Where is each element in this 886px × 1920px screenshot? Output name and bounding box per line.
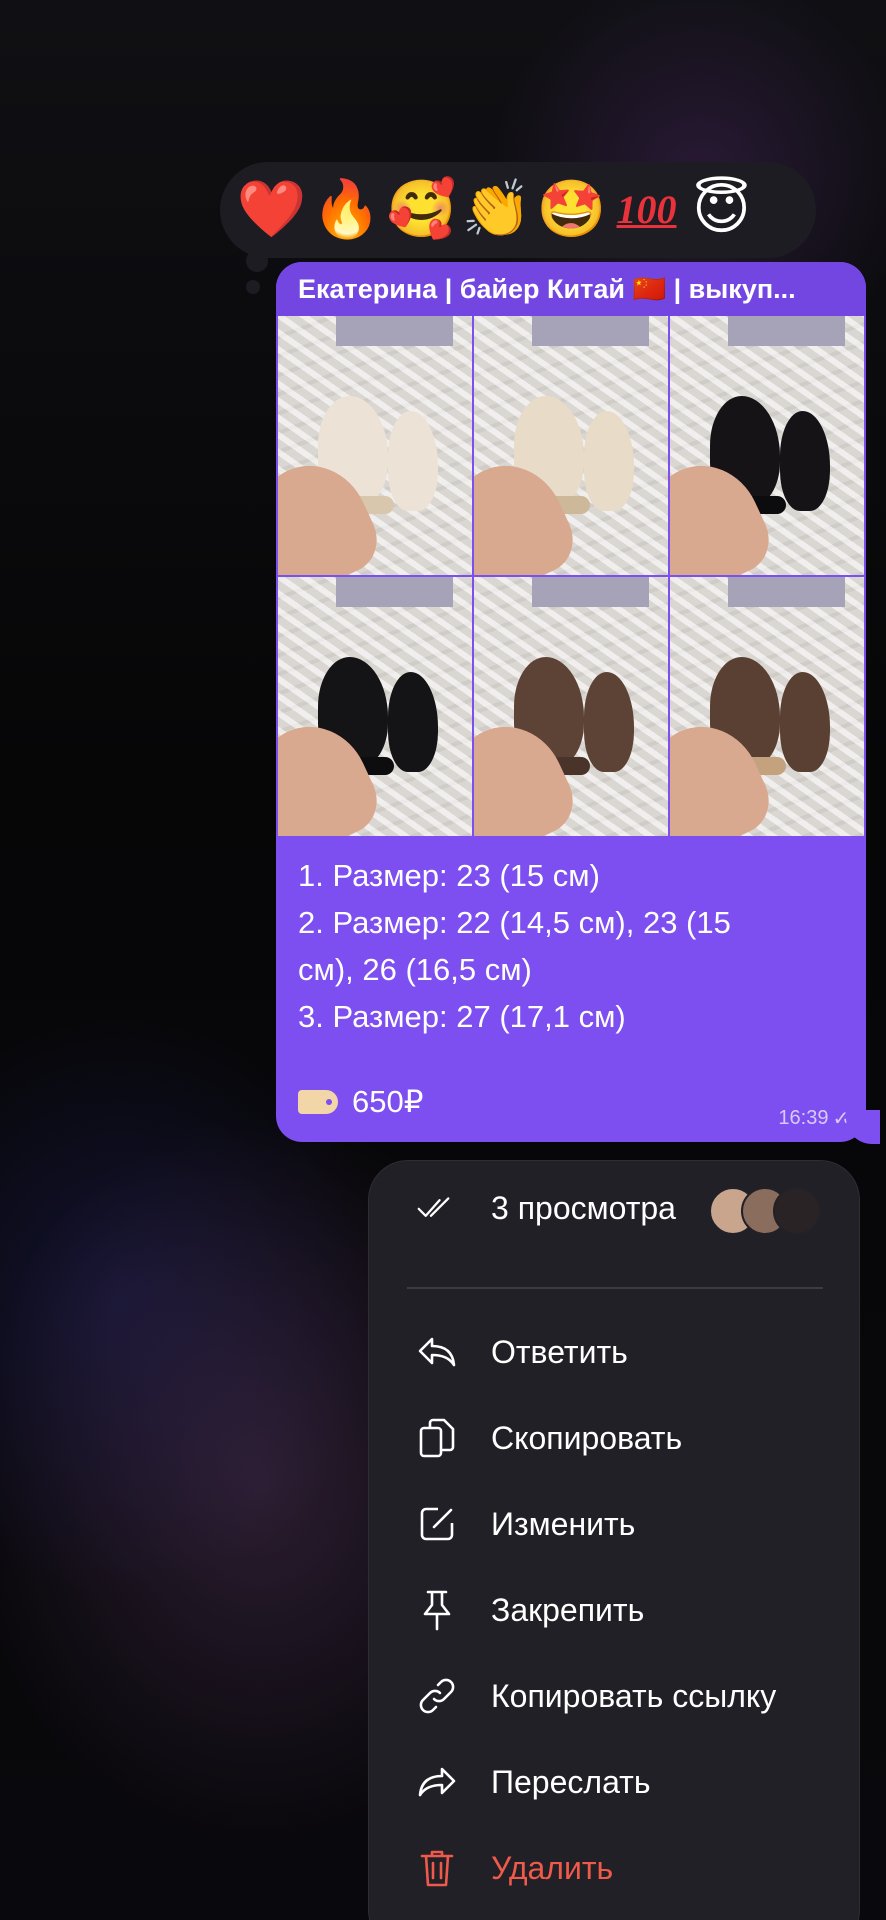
screen: ❤️ 🔥 🥰 👏 🤩 100 😇 Екатерина | байер Китай… (0, 0, 886, 1920)
message-line: 1. Размер: 23 (15 см) (298, 858, 600, 893)
price: 650₽ (352, 1084, 424, 1119)
reaction-clap[interactable]: 👏 (459, 170, 534, 250)
reaction-halo[interactable]: 😇 (684, 170, 759, 250)
reaction-heart[interactable]: ❤️ (234, 170, 309, 250)
menu-item-forward[interactable]: Переслать (369, 1739, 859, 1825)
message-line: 2. Размер: 22 (14,5 см), 23 (15 (298, 905, 731, 940)
double-check-icon (417, 1188, 457, 1228)
sender-name: Екатерина | байер Китай 🇨🇳 | выкуп... (298, 274, 796, 304)
views-label: 3 просмотра (491, 1189, 676, 1226)
message-line: см), 26 (16,5 см) (298, 952, 532, 987)
photo-box (336, 577, 453, 607)
product-photo[interactable] (670, 316, 864, 575)
reactions-bar: ❤️ 🔥 🥰 👏 🤩 100 😇 (220, 162, 816, 258)
copy-icon (417, 1418, 457, 1458)
menu-item-pin[interactable]: Закрепить (369, 1567, 859, 1653)
forwarded-sender[interactable]: Екатерина | байер Китай 🇨🇳 | выкуп... (276, 262, 866, 316)
price-tag-icon (298, 1090, 338, 1114)
menu-item-label: Удалить (491, 1849, 614, 1886)
product-photo[interactable] (278, 577, 472, 836)
menu-item-label: Переслать (491, 1763, 651, 1800)
viewer-avatar (773, 1187, 821, 1235)
menu-item-reply[interactable]: Ответить (369, 1309, 859, 1395)
menu-item-label: Ответить (491, 1333, 628, 1370)
photo-box (336, 316, 453, 346)
message-line: 3. Размер: 27 (17,1 см) (298, 999, 626, 1034)
menu-item-label: Изменить (491, 1505, 636, 1542)
product-photo[interactable] (474, 316, 668, 575)
photo-grid (276, 316, 866, 836)
reactions-tail-dot-small (246, 280, 260, 294)
reaction-star-struck[interactable]: 🤩 (534, 170, 609, 250)
time-text: 16:39 (778, 1107, 829, 1129)
product-photo[interactable] (474, 577, 668, 836)
photo-box (728, 316, 845, 346)
viewer-avatars (709, 1187, 821, 1235)
product-photo[interactable] (278, 316, 472, 575)
price-row: 650₽ (298, 1084, 423, 1120)
product-photo[interactable] (670, 577, 864, 836)
menu-item-edit[interactable]: Изменить (369, 1481, 859, 1567)
photo-box (532, 577, 649, 607)
reaction-fire[interactable]: 🔥 (309, 170, 384, 250)
menu-item-label: Копировать ссылку (491, 1677, 777, 1714)
reply-icon (417, 1332, 457, 1372)
message-bubble[interactable]: Екатерина | байер Китай 🇨🇳 | выкуп... 1.… (276, 262, 866, 1142)
reaction-smiling-hearts[interactable]: 🥰 (384, 170, 459, 250)
photo-box (532, 316, 649, 346)
menu-item-label: Закрепить (491, 1591, 645, 1628)
forward-icon (417, 1762, 457, 1802)
menu-divider (407, 1287, 823, 1289)
photo-box (728, 577, 845, 607)
menu-item-copy-link[interactable]: Копировать ссылку (369, 1653, 859, 1739)
views-item[interactable]: 3 просмотра (369, 1165, 859, 1251)
link-icon (417, 1676, 457, 1716)
context-menu: 3 просмотра Ответить Скопировать Изменит… (368, 1160, 860, 1920)
reactions-tail-dot (246, 250, 268, 272)
pin-icon (417, 1590, 457, 1631)
menu-item-copy[interactable]: Скопировать (369, 1395, 859, 1481)
message-text: 1. Размер: 23 (15 см) 2. Размер: 22 (14,… (276, 836, 866, 1040)
message-time: 16:39 ✓✓ (778, 1106, 857, 1131)
edit-icon (417, 1504, 457, 1544)
menu-item-delete[interactable]: Удалить (369, 1825, 859, 1911)
trash-icon (417, 1848, 457, 1888)
menu-item-label: Скопировать (491, 1419, 683, 1456)
reaction-hundred[interactable]: 100 (609, 170, 684, 250)
